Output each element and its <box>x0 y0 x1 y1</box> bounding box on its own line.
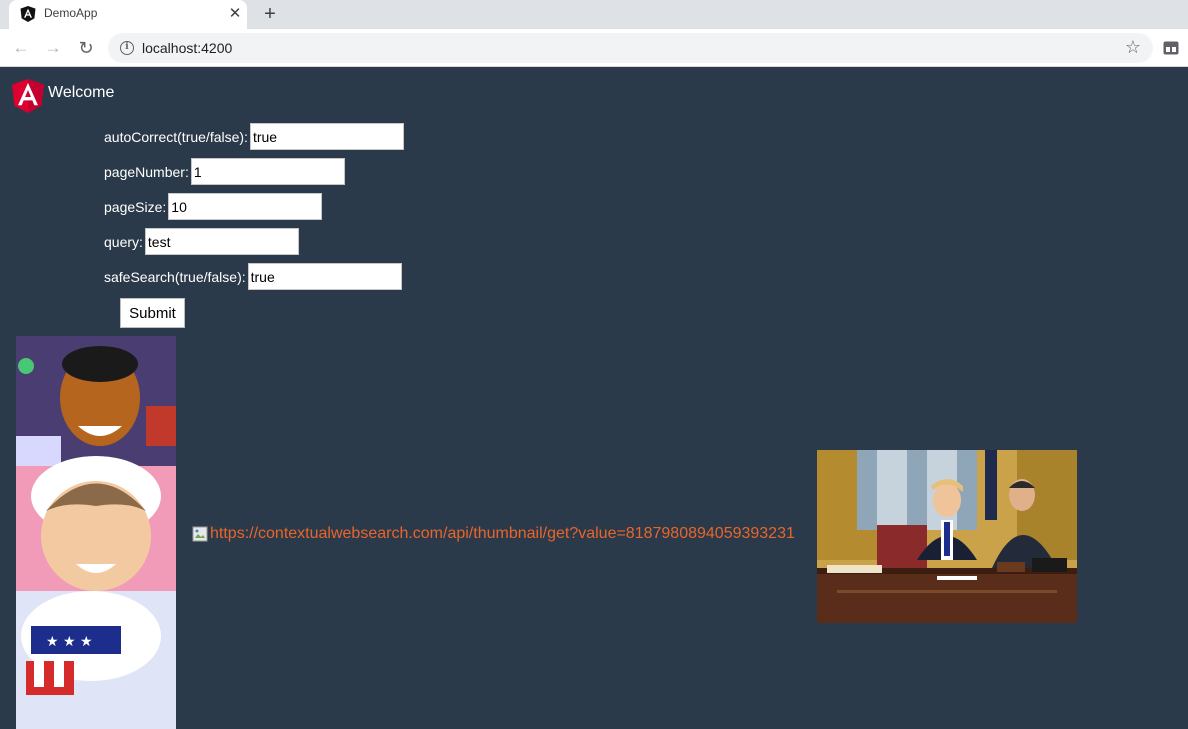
autocorrect-label: autoCorrect(true/false): <box>104 128 248 145</box>
form-row-query: query: <box>104 228 299 255</box>
pagenumber-label: pageNumber: <box>104 163 189 180</box>
query-input[interactable] <box>144 228 299 255</box>
query-label: query: <box>104 233 143 250</box>
back-arrow-icon[interactable]: ← <box>11 38 31 58</box>
welcome-title: Welcome <box>48 84 115 101</box>
form-row-pagesize: pageSize: <box>104 193 323 220</box>
result-image-cartoon[interactable]: ★ ★ ★ <box>16 336 176 729</box>
svg-text:★ ★ ★: ★ ★ ★ <box>46 634 93 650</box>
pagesize-input[interactable] <box>168 193 323 220</box>
browser-tab[interactable]: DemoApp ✕ <box>9 0 247 29</box>
safesearch-label: safeSearch(true/false): <box>104 268 246 285</box>
browser-toolbar: ← → ↻ i localhost:4200 ☆ <box>0 29 1188 67</box>
broken-image[interactable]: https://contextualwebsearch.com/api/thum… <box>192 525 795 543</box>
info-icon[interactable]: i <box>120 41 134 55</box>
page-content: Welcome autoCorrect(true/false): pageNum… <box>0 67 1188 729</box>
pagesize-label: pageSize: <box>104 198 167 215</box>
broken-image-icon <box>192 526 208 542</box>
extension-icon[interactable] <box>1163 41 1179 55</box>
broken-image-alt-text[interactable]: https://contextualwebsearch.com/api/thum… <box>210 525 795 543</box>
form-row-pagenumber: pageNumber: <box>104 158 345 185</box>
result-image-office-photo[interactable] <box>817 450 1077 623</box>
bookmark-star-icon[interactable]: ☆ <box>1125 37 1141 58</box>
address-bar[interactable]: i localhost:4200 ☆ <box>108 33 1153 63</box>
angular-favicon-icon <box>20 6 36 22</box>
browser-tabstrip: DemoApp ✕ + <box>0 0 1188 29</box>
url-text[interactable]: localhost:4200 <box>142 40 232 56</box>
form-row-autocorrect: autoCorrect(true/false): <box>104 123 404 150</box>
tab-close-icon[interactable]: ✕ <box>226 5 244 23</box>
safesearch-input[interactable] <box>247 263 402 290</box>
new-tab-icon[interactable]: + <box>259 3 281 25</box>
submit-button[interactable]: Submit <box>120 298 185 328</box>
reload-icon[interactable]: ↻ <box>76 38 96 58</box>
pagenumber-input[interactable] <box>190 158 345 185</box>
forward-arrow-icon[interactable]: → <box>43 38 63 58</box>
form-row-safesearch: safeSearch(true/false): <box>104 263 402 290</box>
tab-title: DemoApp <box>44 6 98 20</box>
autocorrect-input[interactable] <box>249 123 404 150</box>
angular-logo-icon <box>12 79 44 113</box>
